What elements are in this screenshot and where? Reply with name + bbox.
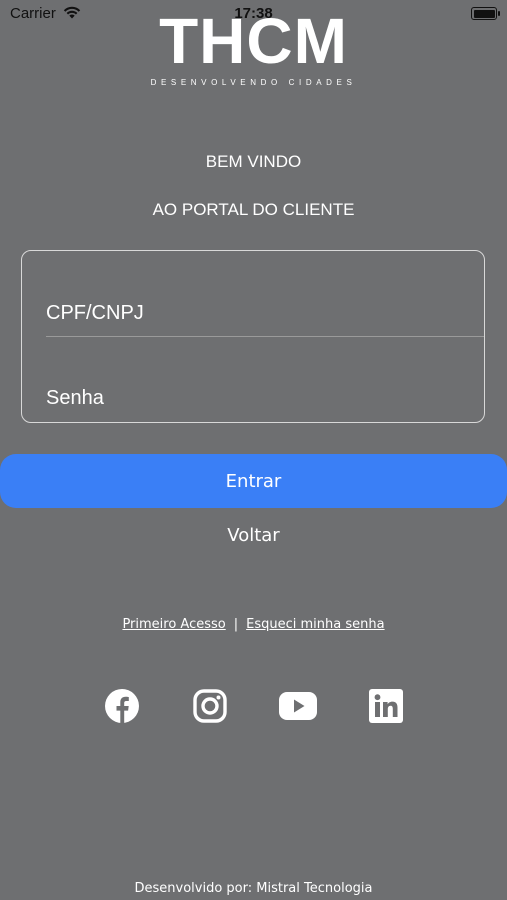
welcome-subheading: AO PORTAL DO CLIENTE: [152, 200, 355, 219]
facebook-icon[interactable]: [102, 686, 142, 726]
welcome-heading: BEM VINDO: [205, 152, 302, 171]
enter-button[interactable]: Entrar: [0, 454, 507, 508]
logo-mark: THCM: [159, 5, 348, 77]
linkedin-icon[interactable]: [366, 686, 406, 726]
forgot-password-link[interactable]: Esqueci minha senha: [246, 617, 384, 632]
youtube-icon[interactable]: [278, 686, 318, 726]
back-button[interactable]: Voltar: [0, 525, 507, 546]
password-field[interactable]: Senha: [46, 387, 484, 410]
cpf-cnpj-field[interactable]: CPF/CNPJ: [46, 302, 484, 325]
account-links: Primeiro Acesso | Esqueci minha senha: [0, 617, 507, 632]
footer-credit: Desenvolvido por: Mistral Tecnologia: [134, 881, 373, 896]
logo: THCM DESENVOLVENDO CIDADES: [0, 0, 507, 87]
logo-tagline: DESENVOLVENDO CIDADES: [150, 78, 357, 87]
instagram-icon[interactable]: [190, 686, 230, 726]
field-divider: [46, 336, 484, 337]
login-form: CPF/CNPJ Senha: [21, 250, 485, 423]
link-separator: |: [233, 617, 239, 632]
first-access-link[interactable]: Primeiro Acesso: [122, 617, 225, 632]
